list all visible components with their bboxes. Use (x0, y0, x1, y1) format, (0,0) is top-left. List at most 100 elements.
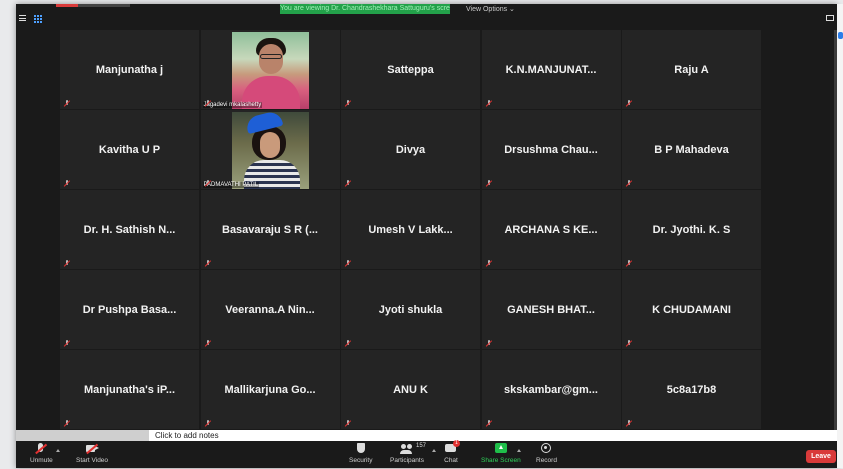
right-side-panel (837, 4, 843, 468)
video-camera-icon (85, 443, 100, 455)
participant-name: Veeranna.A Nin... (225, 303, 315, 316)
chat-badge: 1 (453, 440, 460, 447)
participant-name: skskambar@gm... (504, 383, 598, 396)
chat-button[interactable]: 1 Chat (444, 440, 460, 464)
muted-mic-icon (64, 260, 70, 266)
help-icon[interactable] (838, 32, 843, 39)
muted-mic-icon (626, 100, 632, 106)
participant-tile[interactable]: Dr. H. Sathish N... (60, 190, 199, 269)
top-bar: You are viewing Dr. Chandrashekhara Satt… (16, 4, 837, 28)
participant-tile[interactable]: Umesh V Lakk... (341, 190, 480, 269)
participant-name: ARCHANA S KE... (504, 223, 598, 236)
participant-tile[interactable]: Manjunatha j (60, 30, 199, 109)
participant-name: Satteppa (387, 63, 434, 76)
participant-name: Basavaraju S R (... (222, 223, 318, 236)
participant-name: Divya (395, 143, 426, 156)
chat-label: Chat (444, 457, 458, 464)
participant-tile[interactable]: K.N.MANJUNAT... (481, 30, 621, 109)
chat-icon: 1 (444, 440, 460, 455)
muted-mic-icon (64, 340, 70, 346)
participant-tile[interactable]: Veeranna.A Nin... (200, 270, 340, 349)
participant-tile[interactable]: Manjunatha's iP... (60, 350, 199, 429)
participant-tile[interactable]: Drsushma Chau... (481, 110, 621, 189)
participant-tile[interactable]: Jyoti shukla (341, 270, 480, 349)
security-label: Security (349, 457, 373, 464)
share-screen-button[interactable]: Share Screen (481, 443, 521, 464)
participants-label: Participants (390, 457, 424, 464)
participant-tile[interactable]: Dr. Jyothi. K. S (622, 190, 761, 269)
participant-tile[interactable]: Kavitha U P (60, 110, 199, 189)
participant-tile[interactable]: PADMAVATHI PATIL (200, 110, 340, 189)
participant-tile[interactable]: Divya (341, 110, 480, 189)
shield-icon (354, 443, 368, 455)
tab-strip (78, 4, 130, 7)
muted-mic-icon (345, 340, 351, 346)
leave-button[interactable]: Leave (806, 450, 836, 463)
participant-video-name: PADMAVATHI PATIL (202, 182, 260, 188)
participant-tile[interactable]: GANESH BHAT... (481, 270, 621, 349)
participant-name: K CHUDAMANI (652, 303, 731, 316)
participant-tile[interactable]: 5c8a17b8 (622, 350, 761, 429)
participant-tile[interactable]: ARCHANA S KE... (481, 190, 621, 269)
participant-name: Dr. H. Sathish N... (83, 223, 176, 236)
screen-share-banner: You are viewing Dr. Chandrashekhara Satt… (280, 4, 450, 14)
participant-tile[interactable]: skskambar@gm... (481, 350, 621, 429)
muted-mic-icon (345, 100, 351, 106)
muted-mic-icon (486, 180, 492, 186)
participant-video-name: Jagadevi mkalashetty (202, 102, 263, 108)
participant-tile[interactable]: Jagadevi mkalashetty (200, 30, 340, 109)
participant-name: ANU K (393, 383, 428, 396)
view-options-button[interactable]: View Options ⌄ (466, 5, 515, 13)
participant-name: Kavitha U P (98, 143, 161, 156)
security-button[interactable]: Security (349, 443, 372, 464)
participant-tile[interactable]: Raju A (622, 30, 761, 109)
participants-button[interactable]: 157 Participants (390, 443, 426, 464)
start-video-button[interactable]: Start Video (76, 443, 108, 464)
participant-tile[interactable]: B P Mahadeva (622, 110, 761, 189)
participant-tile[interactable]: Basavaraju S R (... (200, 190, 340, 269)
unmute-label: Unmute (30, 457, 53, 464)
notes-left-area (16, 430, 149, 441)
muted-mic-icon (486, 260, 492, 266)
participant-tile[interactable]: K CHUDAMANI (622, 270, 761, 349)
muted-mic-icon (205, 260, 211, 266)
zoom-meeting-window: You are viewing Dr. Chandrashekhara Satt… (16, 4, 837, 468)
participants-caret[interactable] (432, 449, 436, 452)
muted-mic-icon (486, 100, 492, 106)
record-label: Record (536, 457, 557, 464)
participant-gallery: Manjunatha j Jagadevi mkalashetty Satteppa… (60, 30, 761, 429)
participant-tile[interactable]: Mallikarjuna Go... (200, 350, 340, 429)
hamburger-icon[interactable] (19, 15, 26, 21)
muted-mic-icon (64, 180, 70, 186)
muted-mic-icon (626, 420, 632, 426)
participant-name: GANESH BHAT... (507, 303, 595, 316)
participant-name: Drsushma Chau... (504, 143, 598, 156)
fullscreen-icon[interactable] (826, 15, 834, 21)
participant-tile[interactable]: Satteppa (341, 30, 480, 109)
record-icon (539, 443, 553, 455)
muted-mic-icon (345, 180, 351, 186)
unmute-button[interactable]: Unmute (30, 443, 53, 464)
participant-name: 5c8a17b8 (666, 383, 717, 396)
participants-count: 157 (415, 443, 426, 449)
participant-tile[interactable]: Dr Pushpa Basa... (60, 270, 199, 349)
start-video-label: Start Video (76, 457, 109, 464)
share-screen-icon (494, 443, 508, 455)
notes-field[interactable]: Click to add notes (149, 430, 837, 441)
record-button[interactable]: Record (536, 443, 557, 464)
audio-options-caret[interactable] (56, 449, 60, 452)
participant-name: Umesh V Lakk... (368, 223, 453, 236)
muted-mic-icon (205, 420, 211, 426)
muted-mic-icon (486, 340, 492, 346)
notes-placeholder: Click to add notes (155, 431, 219, 440)
participant-name: Dr. Jyothi. K. S (652, 223, 731, 236)
participant-tile[interactable]: ANU K (341, 350, 480, 429)
muted-mic-icon (626, 260, 632, 266)
participant-name: Dr Pushpa Basa... (82, 303, 177, 316)
muted-mic-icon (205, 340, 211, 346)
gallery-view-icon[interactable] (34, 15, 42, 23)
muted-mic-icon (205, 100, 211, 106)
share-options-caret[interactable] (517, 449, 521, 452)
muted-mic-icon (626, 180, 632, 186)
participant-video (231, 112, 309, 189)
